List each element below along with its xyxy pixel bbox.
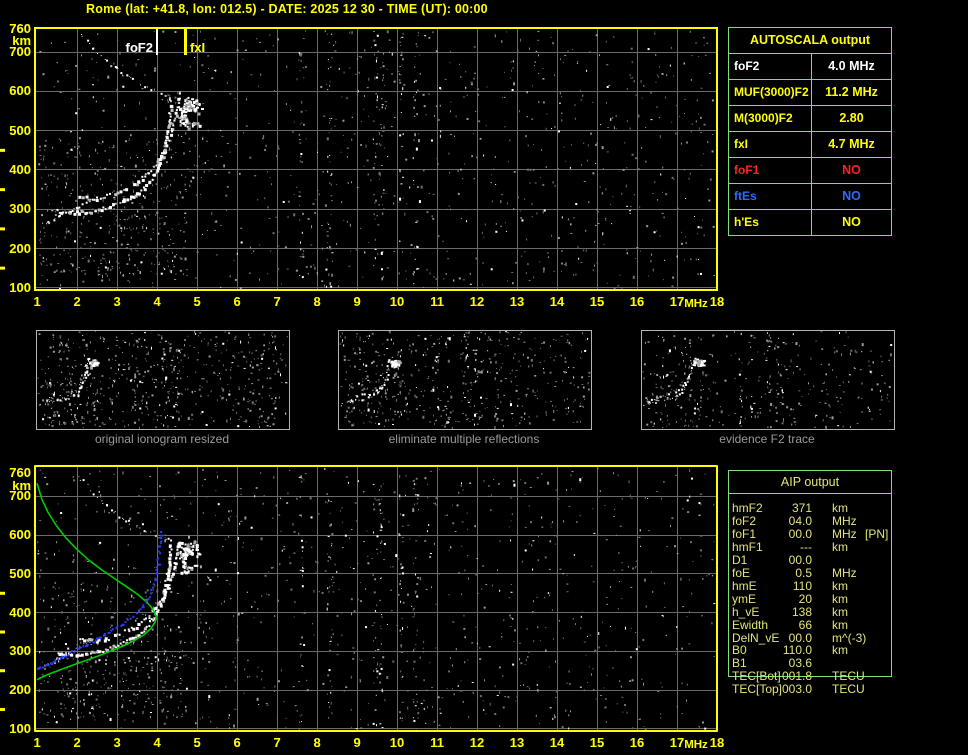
parameter-unit: km [832,643,848,658]
parameter-unit: km [832,539,848,554]
parameter-value: 20 [798,591,812,606]
autoscala-output-table: AUTOSCALA output foF2 4.0 MHz MUF(3000)F2 1… [728,27,892,236]
parameter-unit: TECU [832,682,865,697]
parameter-value: 4.0 MHz [828,59,875,73]
parameter-note: [PN] [865,526,889,541]
autoscala-table-header: AUTOSCALA output [749,33,871,47]
table-row: hmE 110 km [728,578,898,593]
autoscala-table-rows: foF2 4.0 MHz MUF(3000)F2 11.2 MHz M(3000)F2 2… [729,53,891,235]
parameter-label: M(3000)F2 [729,106,812,131]
thumbnail-eliminate-reflections [338,330,592,430]
table-row: ymE 20 km [728,591,898,606]
table-row: M(3000)F2 2.80 [729,105,891,131]
parameter-label: D1 [732,552,748,567]
parameter-value: NO [842,215,861,229]
thumbnail-original-ionogram [36,330,290,430]
table-row: foF1 NO [729,157,891,183]
parameter-unit: MHz [832,526,857,541]
table-row: Ewidth 66 km [728,617,898,632]
parameter-value: 66 [798,617,812,632]
bottom-ionogram-plot [0,456,724,755]
thumbnail-caption-2: eliminate multiple reflections [388,432,540,446]
parameter-value: NO [842,163,861,177]
parameter-value: 4.7 MHz [828,137,875,151]
parameter-value: 00.0 [788,552,812,567]
parameter-value: 138 [791,604,812,619]
parameter-unit: km [832,617,848,632]
parameter-unit: MHz [832,513,857,528]
parameter-label: foF1 [729,158,812,183]
parameter-value: 003.0 [781,682,812,697]
aip-table-header: AIP output [729,471,891,494]
table-row: D1 00.0 [728,552,898,567]
table-row: foF2 4.0 MHz [729,53,891,79]
parameter-value: 11.2 MHz [825,85,878,99]
parameter-unit: km [832,604,848,619]
parameter-value: 2.80 [839,111,864,125]
parameter-value: 110 [792,578,812,593]
table-row: hmF1 --- km [728,539,898,554]
parameter-label: foE [732,565,751,580]
table-row: ftEs NO [729,183,891,209]
thumbnail-evidence-f2-trace [641,330,895,430]
parameter-label: ymE [732,591,756,606]
parameter-label: fxI [729,132,812,157]
table-row: fxI 4.7 MHz [729,131,891,157]
parameter-value: 0.5 [795,565,812,580]
table-row: foF2 04.0 MHz [728,513,898,528]
parameter-label: h'Es [729,210,812,235]
parameter-value: 00.0 [788,526,812,541]
table-row: DelN_vE 00.0 m^(-3) [728,631,898,645]
parameter-value: 04.0 [788,513,812,528]
parameter-label: foF2 [732,513,757,528]
parameter-unit: km [832,591,848,606]
parameter-value: NO [842,189,861,203]
table-row: TEC[Top] 003.0 TECU [728,683,898,696]
table-row: h_vE 138 km [728,604,898,619]
table-row: h'Es NO [729,209,891,235]
parameter-unit: km [832,578,848,593]
parameter-label: foF1 [732,526,757,541]
table-row: foE 0.5 MHz [728,565,898,580]
table-row: MUF(3000)F2 11.2 MHz [729,79,891,105]
table-row: B0 110.0 km [728,644,898,657]
parameter-unit: MHz [832,565,857,580]
parameter-label: MUF(3000)F2 [729,80,812,105]
page-title: Rome (lat: +41.8, lon: 012.5) - DATE: 20… [86,2,488,16]
parameter-value: --- [800,539,812,554]
table-row: foF1 00.0 MHz [PN] [728,526,898,541]
parameter-label: hmE [732,578,757,593]
thumbnail-caption-1: original ionogram resized [94,432,230,446]
autoscala-window: Rome (lat: +41.8, lon: 012.5) - DATE: 20… [0,0,968,755]
thumbnail-caption-3: evidence F2 trace [719,432,815,446]
top-ionogram-plot [0,18,724,316]
parameter-label: foF2 [729,54,812,79]
parameter-label: ftEs [729,184,812,209]
